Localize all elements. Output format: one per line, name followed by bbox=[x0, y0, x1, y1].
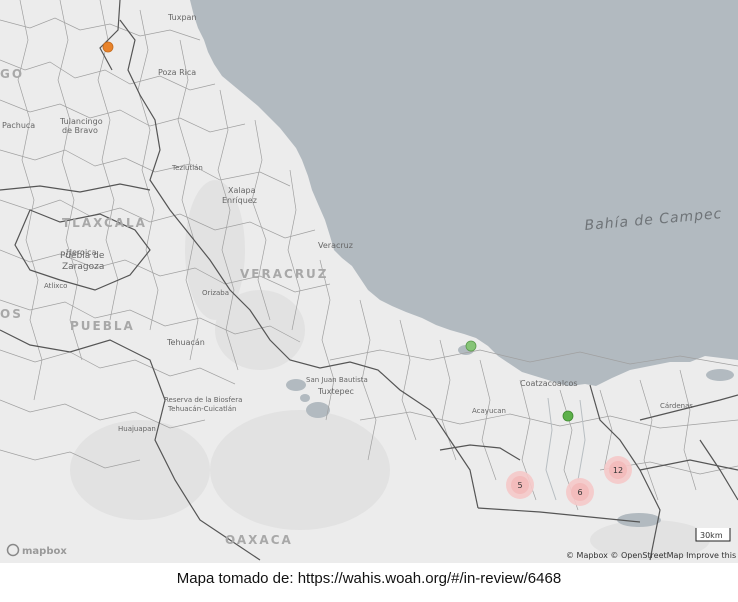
svg-text:Teziutlán: Teziutlán bbox=[171, 164, 203, 172]
edge-label-os: OS bbox=[0, 307, 23, 321]
green-outbreak-marker-1[interactable] bbox=[465, 340, 477, 352]
edge-label-go: GO bbox=[0, 67, 24, 81]
cluster-bubble[interactable]: 12 bbox=[604, 456, 632, 484]
svg-text:Tuxtepec: Tuxtepec bbox=[317, 387, 354, 396]
svg-text:Veracruz: Veracruz bbox=[318, 241, 353, 250]
svg-text:Poza Rica: Poza Rica bbox=[158, 68, 196, 77]
svg-text:Orizaba: Orizaba bbox=[202, 289, 229, 297]
svg-text:Atlixco: Atlixco bbox=[44, 282, 67, 290]
svg-text:Puebla de: Puebla de bbox=[60, 251, 105, 261]
svg-text:30km: 30km bbox=[700, 531, 723, 540]
svg-text:Tehuacán-Cuicatlán: Tehuacán-Cuicatlán bbox=[167, 405, 236, 413]
map-attribution[interactable]: © Mapbox © OpenStreetMap Improve this ma… bbox=[566, 551, 738, 560]
svg-text:San Juan Bautista: San Juan Bautista bbox=[306, 376, 368, 384]
svg-text:Cárdenas: Cárdenas bbox=[660, 402, 693, 410]
svg-text:Tehuacán: Tehuacán bbox=[166, 338, 205, 347]
svg-text:de Bravo: de Bravo bbox=[62, 126, 98, 135]
svg-text:Acayucan: Acayucan bbox=[472, 407, 506, 415]
scale-bar: 30km bbox=[695, 528, 731, 542]
svg-text:Xalapa: Xalapa bbox=[228, 186, 256, 195]
svg-text:Coatzacoalcos: Coatzacoalcos bbox=[520, 379, 578, 388]
svg-text:Reserva de la Biosfera: Reserva de la Biosfera bbox=[164, 396, 242, 404]
svg-text:6: 6 bbox=[577, 488, 582, 497]
figure-caption: Mapa tomado de: https://wahis.woah.org/#… bbox=[176, 570, 562, 587]
state-label-puebla: PUEBLA bbox=[70, 319, 135, 333]
state-label-veracruz: VERACRUZ bbox=[240, 267, 329, 281]
cluster-bubble[interactable]: 5 bbox=[506, 471, 534, 499]
svg-text:Huajuapan: Huajuapan bbox=[118, 425, 156, 433]
svg-text:Tulancingo: Tulancingo bbox=[59, 117, 103, 126]
orange-outbreak-marker[interactable] bbox=[102, 41, 114, 53]
svg-text:mapbox: mapbox bbox=[22, 546, 67, 557]
svg-text:Zaragoza: Zaragoza bbox=[62, 262, 104, 272]
svg-text:12: 12 bbox=[613, 466, 623, 475]
state-label-oaxaca: OAXACA bbox=[225, 533, 293, 547]
svg-text:5: 5 bbox=[517, 481, 522, 490]
svg-text:Tuxpan: Tuxpan bbox=[167, 13, 197, 22]
map-view[interactable]: Bahía de Campec TLAXCALA VERACRUZ PUEBLA… bbox=[0, 0, 738, 563]
svg-text:Enríquez: Enríquez bbox=[222, 196, 257, 205]
green-outbreak-marker-2[interactable] bbox=[562, 410, 574, 422]
cluster-bubble[interactable]: 6 bbox=[566, 478, 594, 506]
state-label-tlaxcala: TLAXCALA bbox=[62, 216, 147, 230]
svg-text:Pachuca: Pachuca bbox=[2, 121, 35, 130]
